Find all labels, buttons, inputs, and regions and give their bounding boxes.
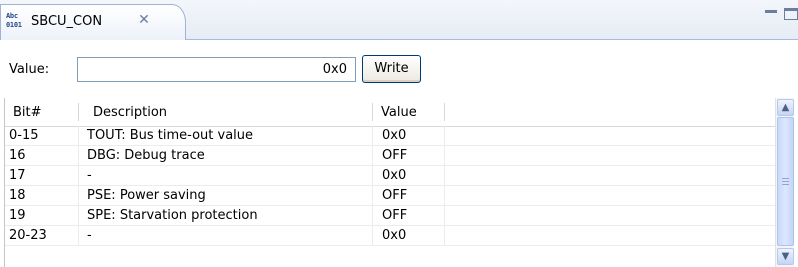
table-row[interactable]: 17 - 0x0: [5, 166, 779, 186]
grip-line: [782, 184, 789, 185]
cell-value: 0x0: [382, 228, 407, 243]
scrollbar-thumb[interactable]: [777, 117, 794, 246]
cell-value: OFF: [382, 208, 408, 223]
cell-divider: [444, 146, 445, 166]
value-input[interactable]: 0x0: [77, 57, 356, 82]
cell-divider: [444, 186, 445, 206]
cell-value: 0x0: [382, 128, 407, 143]
cell-divider: [444, 226, 445, 246]
icon-text-abc: Abc: [6, 12, 18, 20]
cell-bit: 17: [9, 168, 26, 183]
cell-divider: [78, 166, 79, 186]
cell-divider: [78, 186, 79, 206]
table-row[interactable]: 19 SPE: Starvation protection OFF: [5, 206, 779, 226]
table-row[interactable]: 0-15 TOUT: Bus time-out value 0x0: [5, 126, 779, 146]
cell-divider: [444, 166, 445, 186]
table-row[interactable]: 16 DBG: Debug trace OFF: [5, 146, 779, 166]
editor-tab-bar: Abc 0101 SBCU_CON ✕: [0, 0, 798, 40]
cell-divider: [372, 186, 373, 206]
cell-divider: [372, 126, 373, 146]
grip-line: [782, 181, 789, 182]
column-header-description[interactable]: Description: [85, 98, 375, 126]
table-row[interactable]: 20-23 - 0x0: [5, 226, 779, 246]
cell-divider: [78, 126, 79, 146]
cell-divider: [372, 166, 373, 186]
cell-description: DBG: Debug trace: [87, 148, 205, 163]
column-header-value[interactable]: Value: [373, 98, 445, 126]
cell-divider: [444, 206, 445, 226]
cell-description: TOUT: Bus time-out value: [87, 128, 254, 143]
column-header-bit[interactable]: Bit#: [5, 98, 85, 126]
icon-text-binary: 0101: [6, 21, 22, 29]
cell-value: 0x0: [382, 168, 407, 183]
vertical-scrollbar[interactable]: ▲ ▼: [775, 98, 794, 267]
cell-bit: 0-15: [9, 128, 39, 143]
column-divider[interactable]: [78, 103, 79, 121]
cell-divider: [372, 206, 373, 226]
cell-value: OFF: [382, 188, 408, 203]
table-row[interactable]: 18 PSE: Power saving OFF: [5, 186, 779, 206]
cell-bit: 18: [9, 188, 26, 203]
cell-description: -: [87, 168, 92, 183]
binary-register-icon: Abc 0101: [6, 12, 26, 32]
cell-bit: 19: [9, 208, 26, 223]
cell-divider: [372, 226, 373, 246]
cell-divider: [78, 226, 79, 246]
bitfield-table: Bit# Description Value 0-15 TOUT: Bus ti…: [4, 98, 798, 267]
close-icon[interactable]: ✕: [136, 12, 152, 28]
grip-line: [782, 178, 789, 179]
scroll-up-icon[interactable]: ▲: [777, 99, 794, 116]
cell-divider: [78, 206, 79, 226]
cell-value: OFF: [382, 148, 408, 163]
maximize-icon[interactable]: [784, 8, 798, 20]
cell-bit: 16: [9, 148, 26, 163]
minimize-icon[interactable]: [765, 10, 777, 13]
column-divider[interactable]: [444, 103, 445, 121]
cell-description: SPE: Starvation protection: [87, 208, 258, 223]
cell-description: -: [87, 228, 92, 243]
cell-divider: [372, 146, 373, 166]
cell-description: PSE: Power saving: [87, 188, 206, 203]
tab-sbcu-con[interactable]: Abc 0101 SBCU_CON ✕: [0, 4, 186, 40]
cell-divider: [444, 126, 445, 146]
tab-title: SBCU_CON: [31, 14, 103, 29]
scroll-down-icon[interactable]: ▼: [777, 248, 794, 265]
value-label: Value:: [9, 62, 50, 77]
table-header: Bit# Description Value: [5, 98, 779, 127]
cell-divider: [78, 146, 79, 166]
cell-bit: 20-23: [9, 228, 47, 243]
write-button[interactable]: Write: [362, 55, 421, 83]
